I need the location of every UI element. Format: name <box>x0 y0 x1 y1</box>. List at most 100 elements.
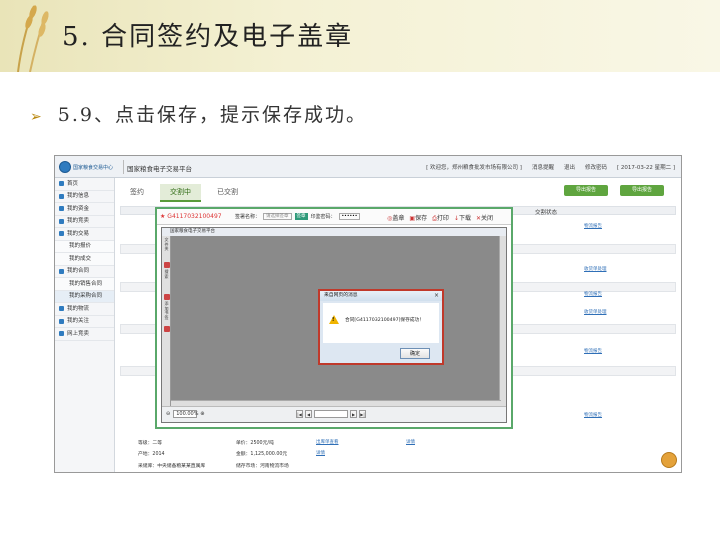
sidebar-item-logistics[interactable]: 我的物流 <box>55 303 114 316</box>
viewer-title: 国家粮食电子交易平台 <box>162 228 506 236</box>
message-link[interactable]: 消息提醒 <box>532 163 554 171</box>
change-password-link[interactable]: 修改密码 <box>585 163 607 171</box>
page-navigation: |◀ ◀ ▶ ▶| <box>296 410 366 418</box>
prev-page-button[interactable]: ◀ <box>305 410 312 418</box>
search-icon <box>163 294 170 300</box>
depot-text: 采储库：中央储备粮某某直属库 <box>138 464 206 469</box>
origin-text: 产地：2014 <box>138 452 165 457</box>
download-action[interactable]: ↓下载 <box>454 213 471 223</box>
vertical-scrollbar[interactable] <box>499 236 506 408</box>
contract-sign-dialog: ★ G411703210049​7 签署名称： 请选择签章 签章 印鉴密码： •… <box>155 207 513 429</box>
market-text: 储存市场：河南物流市场 <box>236 464 289 469</box>
home-icon <box>59 181 64 187</box>
receipt-handle-link[interactable]: 收货单处理 <box>584 266 607 272</box>
first-page-button[interactable]: |◀ <box>296 410 303 418</box>
seal-button[interactable]: 签章 <box>294 213 308 220</box>
bookmark-icon <box>163 326 170 332</box>
message-body: ! 合同[G411703210049​7]保存成功！ <box>323 303 439 343</box>
save-action[interactable]: ▣保存 <box>409 213 427 223</box>
sidebar-item-funds[interactable]: 我的资金 <box>55 203 114 216</box>
sidebar-tab-folder[interactable]: 文件夹 <box>163 237 170 260</box>
tab-in-delivery[interactable]: 交割中 <box>160 184 201 202</box>
message-close-icon[interactable]: × <box>434 292 439 299</box>
dialog-actions: ◎盖章 ▣保存 ⎙打印 ↓下载 ✕关闭 <box>387 213 493 223</box>
zoom-in-icon[interactable]: ⊕ <box>200 411 204 417</box>
sidebar-item-info[interactable]: 我的信息 <box>55 191 114 203</box>
wallet-icon <box>59 206 64 212</box>
logout-link[interactable]: 退出 <box>564 163 575 171</box>
logistics-report-link[interactable]: 物流报告 <box>584 348 602 354</box>
details-link[interactable]: 详情 <box>316 450 325 456</box>
subtitle-text: 5.9、点击保存，提示保存成功。 <box>57 104 367 126</box>
sidebar-item-online-auction[interactable]: 网上竞卖 <box>55 328 114 341</box>
welcome-text: [ 欢迎您，郑州粮食批发市场有限公司 ] <box>426 165 522 171</box>
receipt-handle-link[interactable]: 收货单处理 <box>584 309 607 315</box>
sidebar-item-follow[interactable]: 我的关注 <box>55 316 114 328</box>
app-logo[interactable]: 国家粮食交易中心 <box>59 160 119 174</box>
contract-tabs: 签约 交割中 已交割 <box>120 184 248 202</box>
export-report-button-2[interactable]: 导出报告 <box>620 185 664 196</box>
feedback-icon[interactable] <box>661 452 677 468</box>
user-icon <box>59 193 64 199</box>
sidebar-tab-search[interactable]: 搜索 <box>163 269 170 292</box>
sidebar-item-auction[interactable]: 我的竞卖 <box>55 216 114 228</box>
zoom-out-icon[interactable]: ⊖ <box>166 411 170 417</box>
print-action[interactable]: ⎙打印 <box>432 213 449 223</box>
save-success-message: 来自网页的消息 × ! 合同[G411703210049​7]保存成功！ 确定 <box>318 289 444 365</box>
sidebar-item-home[interactable]: 首页 <box>55 178 114 191</box>
sign-fields: 签署名称： 请选择签章 签章 印鉴密码： •••••• <box>235 213 361 220</box>
slide-subtitle: ➢ 5.9、点击保存，提示保存成功。 <box>30 100 367 127</box>
sidebar-item-quotes[interactable]: 我的报价 <box>55 240 114 253</box>
app-screenshot: 国家粮食交易中心 国家粮食电子交易平台 [ 欢迎您，郑州粮食批发市场有限公司 ]… <box>54 155 682 473</box>
platform-title: 国家粮食电子交易平台 <box>127 165 192 173</box>
logo-text: 国家粮食交易中心 <box>73 164 114 171</box>
next-page-button[interactable]: ▶ <box>350 410 357 418</box>
truck-icon <box>59 306 64 312</box>
sidebar-tab-bookmark[interactable]: 添加书签 <box>163 301 170 324</box>
document-viewer: 国家粮食电子交易平台 文件夹 搜索 添加书签 ⊖ 100.00% ⊕ |◀ ◀ … <box>161 227 507 423</box>
sidebar-item-contracts[interactable]: 我的合同 <box>55 266 114 278</box>
export-report-button-1[interactable]: 导出报告 <box>564 185 608 196</box>
wheat-decoration-icon <box>17 5 49 72</box>
page-number-input[interactable] <box>314 410 348 418</box>
delivery-status-header: 交割状态 <box>535 210 558 216</box>
sidebar-item-deals[interactable]: 我的成交 <box>55 253 114 266</box>
warning-mark: ! <box>332 317 335 323</box>
logistics-report-link[interactable]: 物流报告 <box>584 223 602 229</box>
ok-button[interactable]: 确定 <box>400 348 430 359</box>
viewer-statusbar: ⊖ 100.00% ⊕ |◀ ◀ ▶ ▶| <box>162 406 506 422</box>
topbar-links: [ 欢迎您，郑州粮食批发市场有限公司 ] 消息提醒 退出 修改密码 [ 2017… <box>426 163 675 171</box>
trade-icon <box>59 231 64 237</box>
sidebar-item-purchase-contracts[interactable]: 我的采购合同 <box>55 290 114 303</box>
sidebar-item-trade[interactable]: 我的交易 <box>55 228 114 241</box>
amount-text: 金额：1,125,000.00元 <box>236 452 288 457</box>
logistics-report-link[interactable]: 物流报告 <box>584 291 602 297</box>
tab-sign[interactable]: 签约 <box>120 184 154 202</box>
auction-icon <box>59 218 64 224</box>
last-page-button[interactable]: ▶| <box>359 410 366 418</box>
seal-name-select[interactable]: 请选择签章 <box>263 213 292 220</box>
contract-icon <box>59 268 64 274</box>
outbound-view-link[interactable]: 出库单查看 <box>316 439 339 445</box>
stamp-action[interactable]: ◎盖章 <box>387 213 404 223</box>
logistics-report-link[interactable]: 物流报告 <box>584 412 602 418</box>
zoom-control: ⊖ 100.00% ⊕ <box>166 410 204 418</box>
close-action[interactable]: ✕关闭 <box>476 213 493 223</box>
gavel-icon <box>59 331 64 337</box>
date-text: [ 2017-03-22 星期二 ] <box>617 165 675 171</box>
dialog-toolbar: ★ G411703210049​7 签署名称： 请选择签章 签章 印鉴密码： •… <box>157 209 511 225</box>
folder-icon <box>163 262 170 268</box>
topbar-divider <box>123 160 124 174</box>
sidebar-item-sales-contracts[interactable]: 我的销售合同 <box>55 278 114 291</box>
app-topbar: 国家粮食交易中心 国家粮食电子交易平台 [ 欢迎您，郑州粮食批发市场有限公司 ]… <box>55 156 681 178</box>
logo-globe-icon <box>59 161 71 173</box>
tab-delivered[interactable]: 已交割 <box>207 184 248 202</box>
zoom-input[interactable]: 100.00% <box>173 410 198 418</box>
contract-number: ★ G411703210049​7 <box>160 213 222 220</box>
details-link[interactable]: 详情 <box>406 439 415 445</box>
seal-password-field[interactable]: •••••• <box>338 213 361 220</box>
heart-icon <box>59 318 64 324</box>
viewer-sidebar: 文件夹 搜索 添加书签 <box>162 236 171 408</box>
message-title: 来自网页的消息 <box>320 291 442 301</box>
slide-title: 5. 合同签约及电子盖章 <box>62 22 354 52</box>
